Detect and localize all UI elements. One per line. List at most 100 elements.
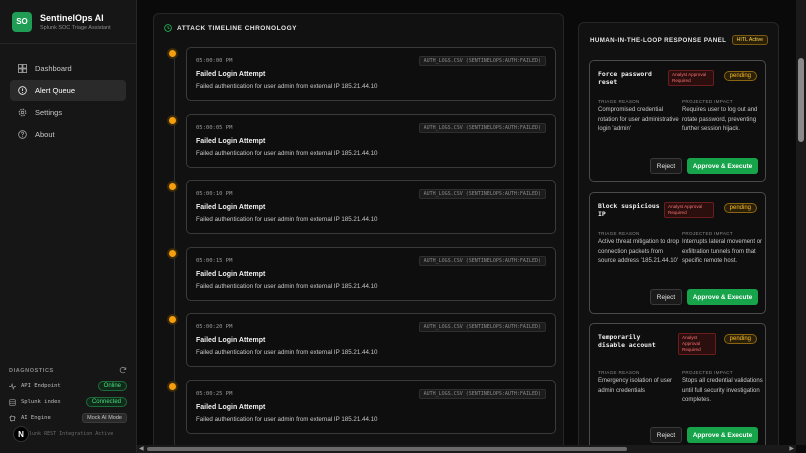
vertical-scrollbar[interactable] bbox=[796, 0, 806, 445]
reject-button[interactable]: Reject bbox=[650, 158, 682, 174]
action-title: Block suspicious IP bbox=[598, 202, 660, 218]
sidebar-nav: Dashboard Alert Queue Settings About bbox=[0, 44, 136, 160]
event-description: Failed authentication for user admin fro… bbox=[196, 283, 378, 290]
sidebar-item-label: About bbox=[35, 130, 55, 139]
event-description: Failed authentication for user admin fro… bbox=[196, 349, 378, 356]
timeline-title: ATTACK TIMELINE CHRONOLOGY bbox=[177, 24, 298, 32]
sidebar-item-dashboard[interactable]: Dashboard bbox=[10, 58, 126, 79]
event-description: Failed authentication for user admin fro… bbox=[196, 216, 378, 223]
projected-impact: Requires user to log out and rotate pass… bbox=[682, 107, 758, 132]
event-time: 05:00:00 PM bbox=[196, 58, 233, 64]
approve-execute-button[interactable]: Approve & Execute bbox=[687, 158, 758, 174]
projected-impact-label: PROJECTED IMPACT bbox=[682, 231, 733, 236]
event-time: 05:00:15 PM bbox=[196, 258, 233, 264]
reject-button[interactable]: Reject bbox=[650, 289, 682, 305]
sidebar-item-settings[interactable]: Settings bbox=[10, 102, 126, 123]
triage-reason-label: TRIAGE REASON bbox=[598, 231, 640, 236]
hitl-response-panel: HUMAN-IN-THE-LOOP RESPONSE PANEL HITL Ac… bbox=[578, 22, 779, 445]
ai-mode-badge: Mock AI Mode bbox=[82, 413, 127, 423]
triage-reason: Compromised credential rotation for user… bbox=[598, 107, 679, 132]
event-source: AUTH_LOGS.CSV (SENTINELOPS:AUTH:FAILED) bbox=[418, 389, 546, 399]
vertical-scrollbar-thumb[interactable] bbox=[798, 58, 804, 142]
event-source: AUTH_LOGS.CSV (SENTINELOPS:AUTH:FAILED) bbox=[418, 322, 546, 332]
timeline-event[interactable]: 05:00:00 PM AUTH_LOGS.CSV (SENTINELOPS:A… bbox=[169, 47, 556, 101]
horizontal-scrollbar[interactable]: ◀ ▶ bbox=[137, 445, 796, 453]
database-icon bbox=[9, 398, 16, 406]
triage-reason-label: TRIAGE REASON bbox=[598, 99, 640, 104]
horizontal-scrollbar-thumb[interactable] bbox=[147, 447, 627, 451]
triage-reason: Active threat mitigation to drop connect… bbox=[598, 239, 680, 264]
scroll-right-icon[interactable]: ▶ bbox=[789, 445, 794, 452]
triage-reason: Emergency isolation of user admin creden… bbox=[598, 378, 673, 394]
timeline-event[interactable]: 05:00:10 PM AUTH_LOGS.CSV (SENTINELOPS:A… bbox=[169, 180, 556, 234]
diagnostic-label: API Endpoint bbox=[21, 383, 61, 389]
diagnostic-label: Splunk index bbox=[21, 399, 61, 405]
event-title: Failed Login Attempt bbox=[196, 71, 266, 78]
sidebar-item-label: Dashboard bbox=[35, 64, 72, 73]
brand-logo: SO bbox=[12, 11, 32, 32]
avatar[interactable]: N bbox=[13, 426, 29, 442]
diagnostic-splunk-index: Splunk index Connected bbox=[9, 394, 127, 410]
hitl-header: HUMAN-IN-THE-LOOP RESPONSE PANEL HITL Ac… bbox=[590, 35, 768, 45]
event-source: AUTH_LOGS.CSV (SENTINELOPS:AUTH:FAILED) bbox=[418, 56, 546, 66]
diagnostic-label: AI Engine bbox=[21, 415, 51, 421]
event-time: 05:00:20 PM bbox=[196, 324, 233, 330]
projected-impact-label: PROJECTED IMPACT bbox=[682, 370, 733, 375]
timeline-event[interactable]: 05:00:20 PM AUTH_LOGS.CSV (SENTINELOPS:A… bbox=[169, 313, 556, 367]
action-title: Force password reset bbox=[598, 70, 652, 86]
sidebar-item-label: Alert Queue bbox=[35, 86, 76, 95]
action-card-password-reset: Force password reset Analyst Approval Re… bbox=[589, 60, 766, 182]
approval-required-badge: Analyst Approval Required bbox=[678, 333, 716, 355]
event-title: Failed Login Attempt bbox=[196, 271, 266, 278]
alert-circle-icon bbox=[18, 86, 27, 95]
approve-execute-button[interactable]: Approve & Execute bbox=[687, 289, 758, 305]
brand-subtitle: Splunk SOC Triage Assistant bbox=[40, 24, 111, 31]
projected-impact-label: PROJECTED IMPACT bbox=[682, 99, 733, 104]
status-badge: pending bbox=[723, 203, 757, 213]
diagnostic-api-endpoint: API Endpoint Online bbox=[9, 378, 127, 394]
timeline-event[interactable]: 05:00:15 PM AUTH_LOGS.CSV (SENTINELOPS:A… bbox=[169, 247, 556, 301]
event-time: 05:00:10 PM bbox=[196, 191, 233, 197]
reject-button[interactable]: Reject bbox=[650, 427, 682, 443]
event-marker bbox=[169, 50, 176, 57]
action-title: Temporarily disable account bbox=[598, 333, 656, 349]
gear-icon bbox=[18, 108, 27, 117]
timeline-event[interactable]: 05:00:05 PM AUTH_LOGS.CSV (SENTINELOPS:A… bbox=[169, 114, 556, 168]
brand: SO SentinelOps AI Splunk SOC Triage Assi… bbox=[0, 0, 136, 44]
event-title: Failed Login Attempt bbox=[196, 204, 266, 211]
sidebar: SO SentinelOps AI Splunk SOC Triage Assi… bbox=[0, 0, 137, 453]
sidebar-item-label: Settings bbox=[35, 108, 63, 117]
approval-required-badge: Analyst Approval Required bbox=[668, 70, 714, 86]
status-badge: pending bbox=[723, 334, 757, 344]
grid-icon bbox=[18, 64, 27, 73]
sidebar-item-about[interactable]: About bbox=[10, 124, 126, 145]
event-title: Failed Login Attempt bbox=[196, 404, 266, 411]
event-marker bbox=[169, 183, 176, 190]
timeline-header: ATTACK TIMELINE CHRONOLOGY bbox=[164, 24, 297, 32]
action-card-block-ip: Block suspicious IP Analyst Approval Req… bbox=[589, 192, 766, 314]
event-source: AUTH_LOGS.CSV (SENTINELOPS:AUTH:FAILED) bbox=[418, 256, 546, 266]
event-marker bbox=[169, 250, 176, 257]
triage-reason-label: TRIAGE REASON bbox=[598, 370, 640, 375]
approve-execute-button[interactable]: Approve & Execute bbox=[687, 427, 758, 443]
event-time: 05:00:05 PM bbox=[196, 125, 233, 131]
event-marker bbox=[169, 117, 176, 124]
projected-impact: Stops all credential validations until f… bbox=[682, 378, 763, 403]
scroll-left-icon[interactable]: ◀ bbox=[139, 445, 144, 452]
timeline-event[interactable]: 05:00:25 PM AUTH_LOGS.CSV (SENTINELOPS:A… bbox=[169, 380, 556, 434]
pulse-icon bbox=[9, 382, 16, 390]
clock-icon bbox=[164, 24, 172, 32]
event-marker bbox=[169, 383, 176, 390]
event-marker bbox=[169, 316, 176, 323]
diagnostics-title: DIAGNOSTICS bbox=[9, 368, 54, 374]
diagnostics-header: DIAGNOSTICS bbox=[9, 364, 127, 378]
refresh-icon[interactable] bbox=[119, 366, 127, 376]
event-description: Failed authentication for user admin fro… bbox=[196, 150, 378, 157]
event-time: 05:00:25 PM bbox=[196, 391, 233, 397]
attack-timeline-panel: ATTACK TIMELINE CHRONOLOGY 05:00:00 PM A… bbox=[153, 13, 564, 445]
main-content: ATTACK TIMELINE CHRONOLOGY 05:00:00 PM A… bbox=[137, 0, 796, 445]
status-badge: Connected bbox=[85, 397, 127, 407]
status-badge: pending bbox=[723, 71, 757, 81]
sidebar-item-alert-queue[interactable]: Alert Queue bbox=[10, 80, 126, 101]
app-window: SO SentinelOps AI Splunk SOC Triage Assi… bbox=[0, 0, 806, 453]
